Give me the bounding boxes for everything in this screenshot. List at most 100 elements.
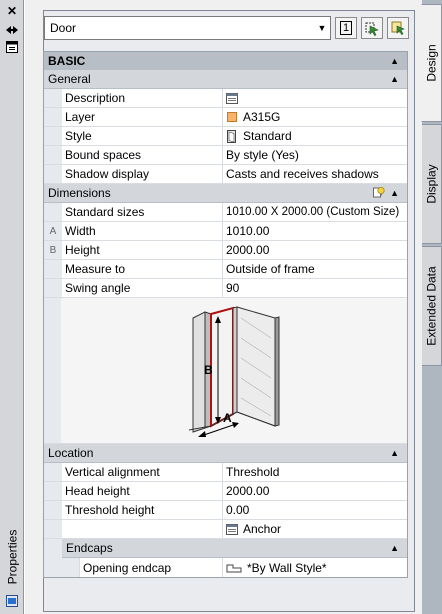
tab-extended-data[interactable]: Extended Data — [422, 246, 442, 366]
row-gutter — [44, 127, 62, 145]
properties-icon[interactable] — [5, 594, 19, 608]
collapse-icon[interactable]: ▲ — [390, 56, 399, 66]
door-style-icon — [226, 129, 238, 143]
property-row-measure-to[interactable]: Measure to Outside of frame — [44, 260, 407, 279]
location-header-label: Location — [48, 446, 94, 460]
property-row-width[interactable]: A Width 1010.00 — [44, 222, 407, 241]
property-value[interactable]: By style (Yes) — [223, 146, 407, 164]
description-icon[interactable] — [226, 92, 238, 104]
quick-select-label: 1 — [339, 21, 353, 35]
property-row-style[interactable]: Style Standard — [44, 127, 407, 146]
select-objects-icon — [365, 22, 379, 36]
property-label: Style — [62, 127, 223, 145]
close-icon[interactable]: ✕ — [5, 4, 19, 18]
basic-header-label: BASIC — [48, 53, 86, 68]
select-objects-button[interactable] — [361, 17, 383, 39]
row-gutter — [44, 482, 62, 500]
property-row-height[interactable]: B Height 2000.00 — [44, 241, 407, 260]
property-value[interactable]: 2000.00 — [223, 241, 407, 259]
property-value[interactable]: Threshold — [223, 463, 407, 481]
pickadd-button[interactable] — [387, 17, 409, 39]
property-row-swing-angle[interactable]: Swing angle 90 — [44, 279, 407, 298]
dimensions-header[interactable]: Dimensions ▲ — [44, 184, 407, 203]
property-value[interactable]: 2000.00 — [223, 482, 407, 500]
dimension-marker — [44, 260, 62, 278]
property-value[interactable]: 90 — [223, 279, 407, 297]
autohide-icon[interactable] — [5, 23, 19, 37]
property-label: Threshold height — [62, 501, 223, 519]
property-row-vertical-alignment[interactable]: Vertical alignment Threshold — [44, 463, 407, 482]
property-value[interactable]: Casts and receives shadows — [223, 165, 407, 183]
property-label: Width — [62, 222, 223, 240]
palette-menu-icon[interactable] — [5, 40, 19, 54]
tab-extended-data-label: Extended Data — [424, 266, 439, 346]
layer-color-swatch — [226, 111, 238, 123]
property-value[interactable]: 1010.00 — [223, 222, 407, 240]
property-label — [62, 520, 223, 538]
collapse-icon[interactable]: ▲ — [390, 448, 399, 458]
dimension-marker — [44, 279, 62, 297]
property-row-threshold-height[interactable]: Threshold height 0.00 — [44, 501, 407, 520]
collapse-icon[interactable]: ▲ — [390, 74, 399, 84]
tab-design-label: Design — [424, 44, 439, 82]
anchor-icon[interactable] — [226, 523, 238, 535]
property-row-bound-spaces[interactable]: Bound spaces By style (Yes) — [44, 146, 407, 165]
property-grid: BASIC ▲ General ▲ Description Layer A315… — [43, 51, 408, 578]
property-value[interactable] — [223, 89, 407, 107]
dimension-marker: A — [44, 222, 62, 240]
property-value-text: A315G — [243, 110, 281, 124]
endcaps-header[interactable]: Endcaps ▲ — [62, 539, 407, 558]
label-b: B — [204, 363, 213, 377]
palette-titlebar: ✕ Properties — [0, 0, 24, 614]
lightbulb-icon[interactable] — [373, 186, 385, 202]
tab-strip: Design Display Extended Data — [421, 0, 442, 614]
property-label: Opening endcap — [80, 558, 223, 577]
property-label: Swing angle — [62, 279, 223, 297]
property-value[interactable]: 0.00 — [223, 501, 407, 519]
pickadd-icon — [391, 21, 405, 35]
property-value-text: Standard — [243, 129, 292, 143]
palette-title: Properties — [5, 529, 20, 585]
tab-display[interactable]: Display — [422, 124, 442, 244]
property-row-description[interactable]: Description — [44, 89, 407, 108]
basic-header[interactable]: BASIC ▲ — [44, 52, 407, 70]
quick-select-button[interactable]: 1 — [335, 17, 357, 39]
row-gutter — [44, 463, 62, 481]
property-value-text: *By Wall Style* — [247, 560, 327, 575]
property-value[interactable]: Outside of frame — [223, 260, 407, 278]
property-label: Bound spaces — [62, 146, 223, 164]
property-label: Measure to — [62, 260, 223, 278]
collapse-icon[interactable]: ▲ — [390, 543, 399, 553]
property-row-head-height[interactable]: Head height 2000.00 — [44, 482, 407, 501]
property-row-standard-sizes[interactable]: Standard sizes 1010.00 X 2000.00 (Custom… — [44, 203, 407, 222]
general-header[interactable]: General ▲ — [44, 70, 407, 89]
property-value[interactable]: Standard — [223, 127, 407, 145]
chevron-down-icon[interactable]: ▼ — [314, 17, 330, 39]
property-label: Head height — [62, 482, 223, 500]
property-row-anchor[interactable]: Anchor — [44, 520, 407, 539]
property-value[interactable]: Anchor — [223, 520, 407, 538]
property-value[interactable]: A315G — [223, 108, 407, 126]
location-header[interactable]: Location ▲ — [44, 444, 407, 463]
row-gutter — [44, 108, 62, 126]
property-row-opening-endcap[interactable]: Opening endcap *By Wall Style* — [44, 558, 407, 577]
general-header-label: General — [48, 72, 91, 86]
dimension-marker: B — [44, 241, 62, 259]
property-row-shadow-display[interactable]: Shadow display Casts and receives shadow… — [44, 165, 407, 184]
dimension-illustration: B A — [44, 298, 407, 444]
object-type-select[interactable]: Door ▼ — [44, 16, 331, 40]
property-value[interactable]: *By Wall Style* — [223, 558, 407, 577]
endcap-icon — [226, 562, 242, 574]
dimensions-header-label: Dimensions — [48, 186, 111, 200]
object-type-value: Door — [50, 21, 77, 35]
row-gutter — [44, 520, 62, 538]
row-gutter — [44, 501, 62, 519]
collapse-icon[interactable]: ▲ — [390, 188, 399, 198]
row-gutter — [44, 558, 80, 577]
tab-display-label: Display — [424, 164, 439, 204]
label-a: A — [223, 411, 232, 425]
tab-design[interactable]: Design — [421, 4, 442, 122]
row-gutter — [44, 146, 62, 164]
property-value[interactable]: 1010.00 X 2000.00 (Custom Size) — [223, 203, 407, 221]
property-row-layer[interactable]: Layer A315G — [44, 108, 407, 127]
